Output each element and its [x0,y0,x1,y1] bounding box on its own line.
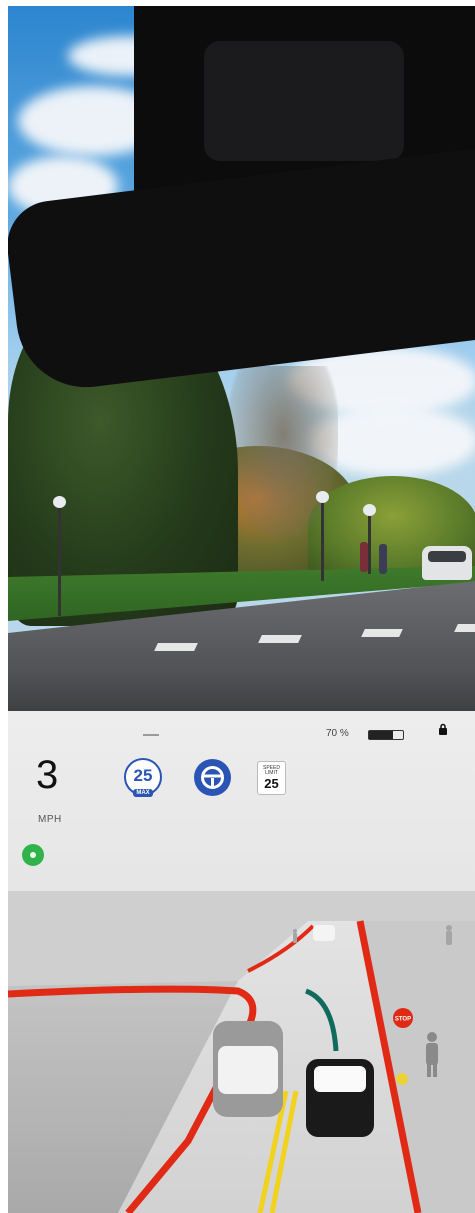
set-speed-badge[interactable]: 25 MAX [124,758,162,797]
steering-wheel-icon [201,766,224,789]
ego-car [306,1059,374,1137]
autosteer-button[interactable] [194,759,231,796]
battery-percent: 70 % [326,728,349,739]
status-bar: 70 % [8,711,475,740]
set-speed-label: MAX [133,789,153,797]
pedestrian-marker [446,925,452,945]
parked-car [422,546,472,580]
lead-car [313,925,335,941]
cone-marker [396,1073,408,1085]
lock-icon[interactable] [438,723,448,735]
autopilot-ready-icon [22,844,44,866]
pedestrian [360,542,368,572]
crosswalk-stripe [361,629,403,637]
instrument-display: 70 % 3 MPH 25 MAX SPEED LIMIT 25 STOP [8,711,475,1213]
crosswalk-stripe [454,624,475,632]
speed-readout: 3 [36,753,59,797]
street-lamp [363,504,376,574]
stop-sign: STOP [393,1008,413,1028]
screen-frame: 70 % 3 MPH 25 MAX SPEED LIMIT 25 STOP [8,6,475,1213]
speed-unit: MPH [38,814,62,825]
driving-visualization: STOP [8,891,475,1213]
set-speed-value: 25 [133,766,153,785]
speed-limit-sign: SPEED LIMIT 25 [257,761,286,795]
crosswalk-stripe [258,635,302,643]
svg-text:STOP: STOP [395,1017,411,1023]
speed-limit-label: SPEED LIMIT [263,765,280,776]
camera-view [8,6,475,711]
street-lamp [53,496,66,616]
speed-limit-value: 25 [264,776,279,791]
battery-bar [368,730,404,740]
crosswalk-stripe [154,643,198,651]
pedestrian [379,544,387,574]
battery-fill [369,731,393,739]
adjacent-car [213,1021,283,1117]
pedestrian-marker [293,929,297,943]
drag-handle[interactable] [143,734,159,736]
street-lamp [316,491,329,581]
